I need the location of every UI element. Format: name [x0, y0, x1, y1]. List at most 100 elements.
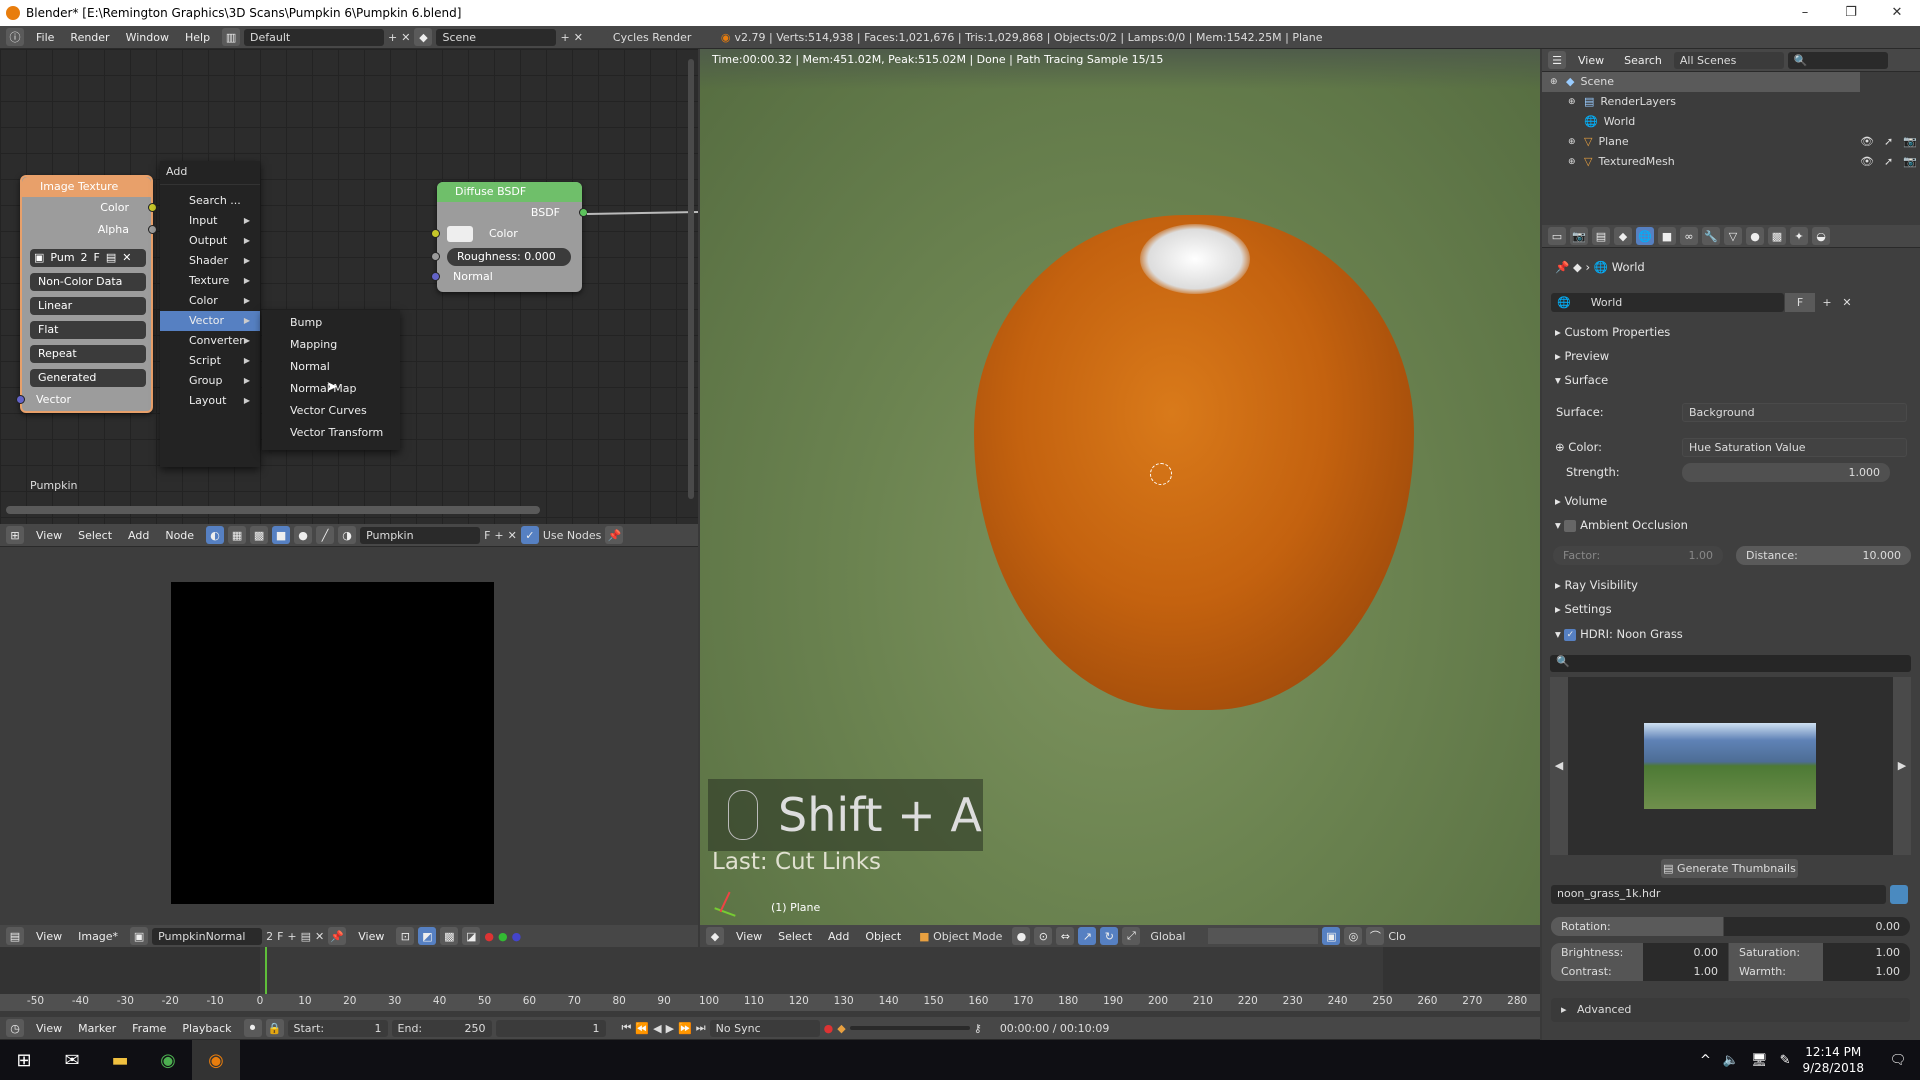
- vector-menu-item-vectortransform[interactable]: Vector Transform: [262, 422, 400, 444]
- next-hdri-button[interactable]: ▶: [1893, 677, 1911, 855]
- color-input-socket[interactable]: [431, 229, 440, 238]
- roughness-socket[interactable]: [431, 252, 440, 261]
- display-mode-dropdown[interactable]: All Scenes: [1673, 51, 1784, 69]
- mail-icon[interactable]: ✉: [48, 1040, 96, 1080]
- current-frame-field[interactable]: 1: [495, 1019, 606, 1037]
- viewport-menu-add[interactable]: Add: [820, 930, 857, 943]
- remove-scene-button[interactable]: ✕: [574, 31, 583, 44]
- green-channel-icon[interactable]: ●: [498, 930, 508, 943]
- world-name-field[interactable]: World: [1591, 296, 1623, 309]
- scene-selector[interactable]: Scene: [436, 28, 557, 46]
- node-menu-add[interactable]: Add: [120, 529, 157, 542]
- panel-advanced[interactable]: ▸ Advanced: [1551, 998, 1910, 1022]
- node-menu-node[interactable]: Node: [157, 529, 202, 542]
- timeline-menu-frame[interactable]: Frame: [124, 1022, 174, 1035]
- pin-icon[interactable]: 📌: [328, 927, 347, 945]
- start-button-icon[interactable]: ⊞: [0, 1040, 48, 1080]
- fake-user-button[interactable]: F: [1785, 293, 1815, 312]
- add-menu-item-layout[interactable]: Layout ▶: [160, 391, 260, 411]
- expand-icon[interactable]: ⊕: [1568, 92, 1578, 112]
- vector-menu-item-normal[interactable]: Normal: [262, 356, 400, 378]
- outliner-item-label[interactable]: RenderLayers: [1600, 92, 1676, 112]
- layers-grid[interactable]: [1208, 928, 1319, 944]
- volume-icon[interactable]: 🔈: [1723, 1053, 1739, 1068]
- world-datablock[interactable]: 🌐 World F + ✕: [1551, 293, 1852, 312]
- color-socket[interactable]: [148, 203, 157, 212]
- jump-start-button[interactable]: ⏮: [622, 1021, 632, 1035]
- panel-ray-visibility[interactable]: ▸ Ray Visibility: [1555, 575, 1905, 595]
- add-menu-item-texture[interactable]: Texture ▶: [160, 271, 260, 291]
- shader-nodes-icon[interactable]: ◐: [206, 526, 225, 544]
- add-menu-item-search[interactable]: Search ...: [160, 191, 260, 211]
- add-menu-item-color[interactable]: Color ▶: [160, 291, 260, 311]
- render-tab-icon[interactable]: 📷: [1570, 227, 1588, 245]
- ao-checkbox[interactable]: [1564, 519, 1577, 532]
- panel-ambient-occlusion[interactable]: ▾ Ambient Occlusion: [1555, 515, 1905, 535]
- add-layout-button[interactable]: +: [388, 31, 397, 44]
- ao-factor-slider[interactable]: Factor: 1.00: [1553, 546, 1723, 565]
- node-menu-select[interactable]: Select: [70, 529, 120, 542]
- blue-channel-icon[interactable]: ●: [512, 930, 522, 943]
- projection-dropdown[interactable]: Flat: [30, 321, 146, 339]
- add-world-button[interactable]: +: [1817, 296, 1837, 309]
- open-folder-icon[interactable]: ▤: [106, 249, 116, 267]
- z-buffer-icon[interactable]: ◪: [462, 927, 481, 945]
- editor-type-timeline-icon[interactable]: ◷: [6, 1019, 24, 1037]
- alpha-icon[interactable]: ▩: [440, 927, 459, 945]
- roughness-slider[interactable]: Roughness: 0.000: [447, 248, 571, 266]
- generate-thumbnails-button[interactable]: ▤ Generate Thumbnails: [1661, 859, 1798, 878]
- hdri-thumbnail[interactable]: [1644, 723, 1816, 809]
- pivot-point-icon[interactable]: ⊙: [1034, 927, 1053, 945]
- chrome-icon[interactable]: ◉: [144, 1040, 192, 1080]
- scale-manipulator-icon[interactable]: ⤢: [1122, 927, 1141, 945]
- data-tab-icon[interactable]: ▽: [1724, 227, 1742, 245]
- extension-dropdown[interactable]: Repeat: [30, 345, 146, 363]
- saturation-slider[interactable]: Saturation: 1.00: [1729, 943, 1910, 962]
- timeline-menu-marker[interactable]: Marker: [70, 1022, 124, 1035]
- current-frame-marker[interactable]: [265, 947, 267, 994]
- outliner-search-input[interactable]: 🔍: [1787, 51, 1888, 69]
- image-texture-node[interactable]: Image Texture Color Alpha ▣ Pum 2 F ▤ ✕ Non-C…: [16, 175, 157, 413]
- mode-selector[interactable]: ■ Object Mode: [913, 927, 1009, 945]
- strength-slider[interactable]: 1.000: [1682, 463, 1890, 482]
- select-icon[interactable]: ➚: [1884, 132, 1893, 152]
- info-menu-help[interactable]: Help: [177, 31, 218, 44]
- color-swatch[interactable]: [447, 226, 473, 242]
- record-icon[interactable]: ●: [824, 1022, 834, 1035]
- editor-type-3d-icon[interactable]: ◆: [706, 927, 724, 945]
- 3d-cursor-icon[interactable]: [1150, 463, 1172, 485]
- hdri-search-input[interactable]: 🔍: [1550, 655, 1911, 672]
- file-explorer-icon[interactable]: ▬: [96, 1040, 144, 1080]
- image-editor[interactable]: [0, 547, 698, 925]
- viewport-menu-view[interactable]: View: [728, 930, 770, 943]
- vector-source-dropdown[interactable]: Generated: [30, 369, 146, 387]
- rotate-manipulator-icon[interactable]: ↻: [1100, 927, 1119, 945]
- layout-selector[interactable]: Default: [244, 28, 385, 46]
- lock-layers-icon[interactable]: ▣: [1322, 927, 1341, 945]
- keying-set-field[interactable]: [849, 1026, 970, 1030]
- 3d-viewport[interactable]: Time:00:00.32 | Mem:451.02M, Peak:515.02…: [700, 49, 1540, 925]
- next-keyframe-button[interactable]: ⏩: [678, 1022, 692, 1035]
- expand-icon[interactable]: [1568, 112, 1578, 132]
- object-tab-icon[interactable]: ■: [1658, 227, 1676, 245]
- panel-surface[interactable]: ▾ Surface: [1555, 370, 1905, 390]
- warmth-slider[interactable]: Warmth: 1.00: [1729, 962, 1910, 981]
- vector-menu-item-bump[interactable]: Bump: [262, 312, 400, 334]
- outliner-item-label[interactable]: TexturedMesh: [1598, 152, 1674, 172]
- brightness-slider[interactable]: Brightness: 0.00: [1551, 943, 1728, 962]
- outliner-item-label[interactable]: World: [1604, 112, 1636, 132]
- ao-distance-slider[interactable]: Distance: 10.000: [1736, 546, 1911, 565]
- add-menu-item-group[interactable]: Group ▶: [160, 371, 260, 391]
- viewport-menu-select[interactable]: Select: [770, 930, 820, 943]
- display-channels-icon[interactable]: ◩: [418, 927, 437, 945]
- pin-icon[interactable]: 📌: [605, 526, 624, 544]
- world-shader-icon[interactable]: ●: [294, 526, 313, 544]
- hdri-checkbox[interactable]: ✓: [1564, 628, 1577, 641]
- proportional-edit-icon[interactable]: ◎: [1344, 927, 1363, 945]
- add-menu-item-converter[interactable]: Converter ▶: [160, 331, 260, 351]
- auto-keying-icon[interactable]: ⏺: [243, 1019, 262, 1037]
- scene-tab-icon[interactable]: ◆: [1614, 227, 1632, 245]
- rotation-slider[interactable]: Rotation: 0.00: [1551, 917, 1910, 936]
- outliner-item[interactable]: ⊕ ▽ TexturedMesh 👁 ➚ 📷: [1542, 152, 1920, 172]
- viewport-shading-icon[interactable]: ●: [1012, 927, 1031, 945]
